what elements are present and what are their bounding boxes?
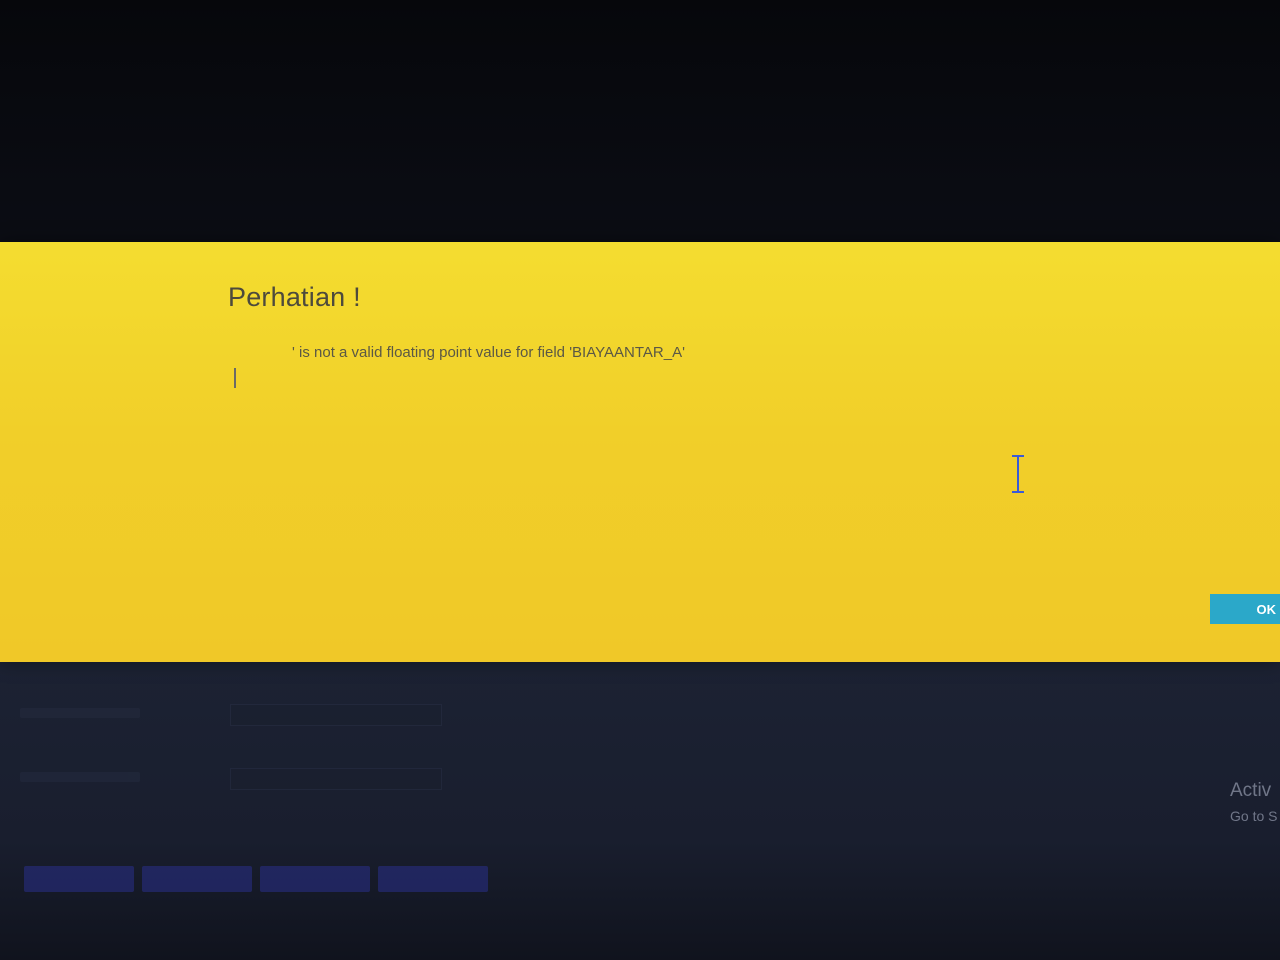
dialog-title: Perhatian ! [228, 282, 361, 312]
dialog-message: ' is not a valid floating point value fo… [292, 344, 685, 361]
background-field-row [20, 700, 460, 734]
watermark-line-1: Activ [1230, 780, 1272, 801]
background-field-input [230, 704, 442, 726]
background-button [24, 866, 134, 892]
activate-windows-watermark: Activ Go to S [1230, 780, 1277, 824]
background-field-row [20, 764, 460, 798]
background-field-label [20, 708, 140, 718]
background-button [142, 866, 252, 892]
background-field-input [230, 768, 442, 790]
ok-button[interactable]: OK [1210, 594, 1280, 624]
background-app-form [0, 660, 1280, 960]
background-button [260, 866, 370, 892]
text-caret [234, 368, 236, 388]
background-button [378, 866, 488, 892]
background-field-label [20, 772, 140, 782]
screen: Activ Go to S Perhatian ! ' is not a val… [0, 0, 1280, 960]
watermark-line-2: Go to S [1230, 808, 1278, 824]
text-cursor-icon [1012, 455, 1024, 493]
alert-dialog: Perhatian ! ' is not a valid floating po… [0, 242, 1280, 662]
background-button-bar [24, 866, 488, 892]
